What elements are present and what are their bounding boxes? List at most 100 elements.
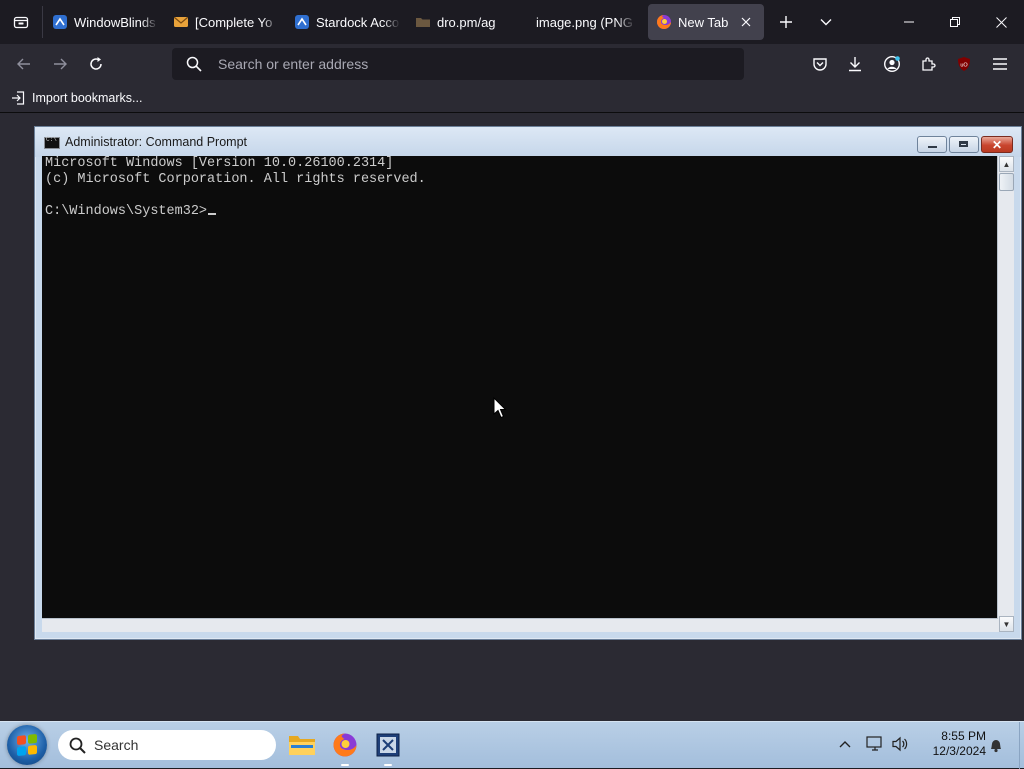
speaker-icon <box>892 736 908 752</box>
scroll-down-icon[interactable]: ▼ <box>999 616 1014 632</box>
vertical-scrollbar[interactable]: ▲ ▼ <box>997 156 1014 632</box>
chevron-up-icon <box>839 741 851 748</box>
close-icon: ✕ <box>991 137 1003 152</box>
folder-icon <box>415 14 431 30</box>
restore-icon <box>950 17 960 27</box>
minimize-icon <box>904 21 914 23</box>
svg-text:uO: uO <box>960 63 968 69</box>
running-indicator <box>384 764 392 766</box>
show-hidden-icons-button[interactable] <box>836 735 854 753</box>
taskbar-search-box[interactable]: Search <box>58 730 276 760</box>
ublock-origin-button[interactable]: uO <box>950 50 978 78</box>
cmd-icon[interactable] <box>44 136 60 149</box>
reload-icon <box>90 57 102 70</box>
tab-title: WindowBlinds <box>74 14 156 30</box>
app-menu-button[interactable] <box>986 50 1014 78</box>
tab-title: [Complete Yo <box>195 14 273 30</box>
minimize-window-button[interactable] <box>886 0 932 44</box>
tab-title: dro.pm/ag <box>437 14 496 30</box>
taskbar-file-explorer[interactable] <box>285 728 319 762</box>
command-prompt-window: Administrator: Command Prompt ✕ Microsof… <box>34 126 1022 640</box>
tab-new-tab[interactable]: New Tab <box>648 4 764 40</box>
text-cursor <box>208 213 217 215</box>
bookmarks-toolbar: Import bookmarks... <box>0 84 1024 113</box>
windows-logo-icon <box>17 733 37 757</box>
folder-icon <box>289 736 315 755</box>
cmd-maximize-button[interactable] <box>949 136 979 153</box>
clock-time: 8:55 PM <box>941 729 986 743</box>
list-all-tabs-button[interactable] <box>812 8 840 36</box>
window-title: Administrator: Command Prompt <box>65 135 248 149</box>
navigation-toolbar: uO <box>0 44 1024 84</box>
ublock-origin-icon: uO <box>958 57 970 71</box>
new-tab-button[interactable] <box>772 8 800 36</box>
volume-button[interactable] <box>890 734 910 754</box>
tab-image-png[interactable]: image.png (PNG I <box>536 4 636 40</box>
start-button[interactable] <box>7 725 47 765</box>
cmd-minimize-button[interactable] <box>917 136 947 153</box>
scroll-up-icon[interactable]: ▲ <box>999 156 1014 172</box>
back-button[interactable] <box>10 50 38 78</box>
network-status-button[interactable] <box>865 734 885 754</box>
address-input[interactable] <box>218 48 718 80</box>
scroll-thumb[interactable] <box>999 173 1014 191</box>
tab-dro-pm[interactable]: dro.pm/ag <box>415 4 521 40</box>
tab-windowblinds[interactable]: WindowBlinds <box>52 4 158 40</box>
firefox-view-button[interactable] <box>0 0 42 44</box>
mouse-pointer-icon <box>493 397 507 419</box>
tab-stardock-account[interactable]: Stardock Acco <box>294 4 400 40</box>
close-tab-button[interactable] <box>738 14 754 30</box>
pocket-icon <box>813 58 827 71</box>
account-icon <box>883 55 901 73</box>
download-icon <box>849 57 861 72</box>
downloads-button[interactable] <box>841 50 869 78</box>
console-output[interactable]: Microsoft Windows [Version 10.0.26100.23… <box>42 156 998 618</box>
console-prompt: C:\Windows\System32> <box>45 204 208 219</box>
taskbar-command-prompt[interactable] <box>371 728 405 766</box>
tab-complete-your[interactable]: [Complete Yo <box>173 4 279 40</box>
tab-separator <box>42 6 43 38</box>
close-icon <box>741 17 751 27</box>
cmd-close-button[interactable]: ✕ <box>981 136 1013 153</box>
forward-arrow-icon <box>54 58 67 70</box>
notifications-button[interactable] <box>986 735 1006 755</box>
firefox-view-icon <box>13 16 29 29</box>
console-line: (c) Microsoft Corporation. All rights re… <box>45 172 426 187</box>
close-window-button[interactable] <box>978 0 1024 44</box>
save-to-pocket-button[interactable] <box>806 50 834 78</box>
search-label: Search <box>94 737 139 753</box>
forward-button[interactable] <box>46 50 74 78</box>
console-line: Microsoft Windows [Version 10.0.26100.23… <box>45 156 394 171</box>
horizontal-scrollbar[interactable] <box>42 618 998 632</box>
cmd-title-bar[interactable]: Administrator: Command Prompt ✕ <box>35 127 1021 157</box>
extensions-button[interactable] <box>914 50 942 78</box>
running-indicator <box>341 764 349 766</box>
taskbar: Search 8:55 PM 12/3/2024 <box>0 721 1024 769</box>
system-clock[interactable]: 8:55 PM 12/3/2024 <box>916 729 986 759</box>
browser-tab-strip: WindowBlinds [Complete Yo Stardock Acco … <box>0 0 1024 44</box>
console-prompt-line: C:\Windows\System32> <box>42 204 998 220</box>
import-bookmarks-button[interactable]: Import bookmarks... <box>10 88 142 108</box>
tab-title: Stardock Acco <box>316 14 400 30</box>
cmd-icon <box>376 733 400 757</box>
plus-icon <box>780 16 792 28</box>
back-arrow-icon <box>17 58 30 70</box>
search-icon <box>186 56 202 72</box>
puzzle-icon <box>922 57 936 71</box>
bell-icon <box>991 740 1001 753</box>
firefox-icon <box>656 14 672 30</box>
show-desktop-button[interactable] <box>1019 722 1024 769</box>
chevron-down-icon <box>820 19 832 26</box>
network-icon <box>866 736 882 751</box>
taskbar-firefox[interactable] <box>328 728 362 766</box>
tab-title: image.png (PNG I <box>536 14 636 30</box>
bookmark-label: Import bookmarks... <box>32 91 143 105</box>
stardock-icon <box>294 14 310 30</box>
reload-button[interactable] <box>82 50 110 78</box>
mail-icon <box>173 14 189 30</box>
hamburger-menu-icon <box>993 58 1007 70</box>
restore-window-button[interactable] <box>932 0 978 44</box>
account-button[interactable] <box>878 50 906 78</box>
address-bar[interactable] <box>172 48 744 80</box>
